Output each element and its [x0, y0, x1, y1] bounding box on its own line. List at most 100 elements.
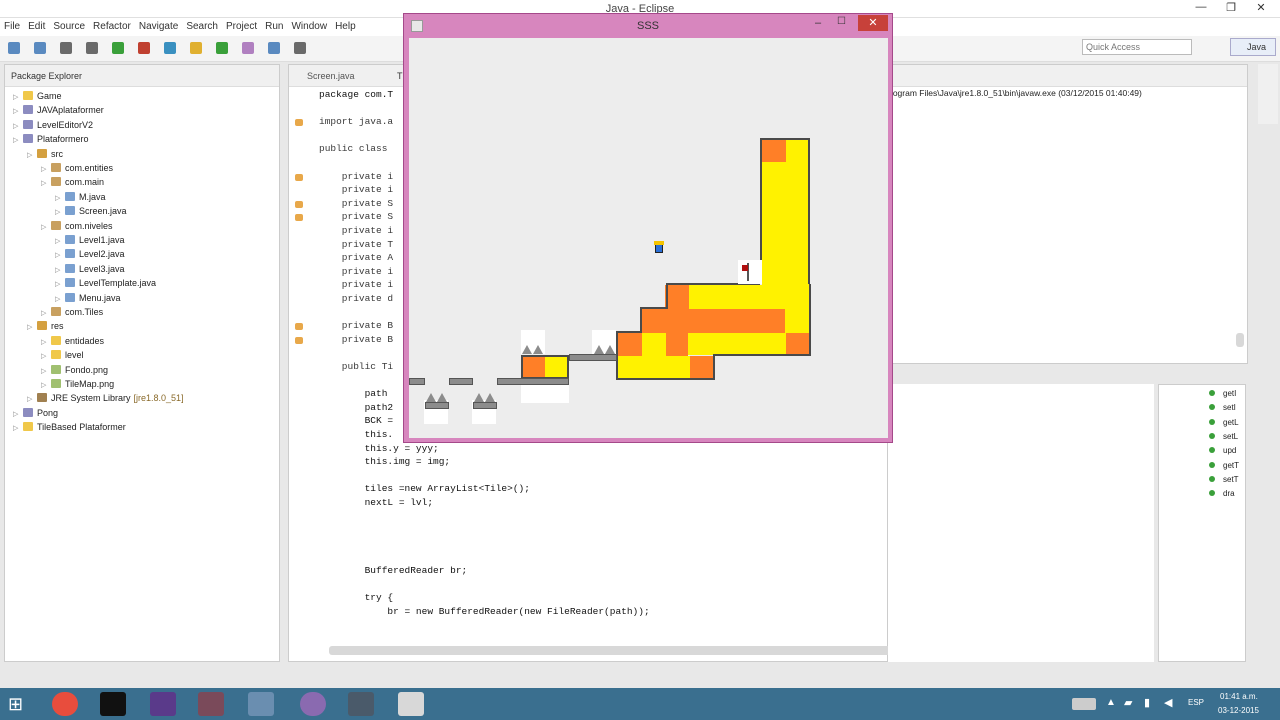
console-scrollbar[interactable]	[1236, 333, 1244, 347]
minimize-icon[interactable]: —	[1190, 1, 1212, 13]
tree-item[interactable]: ▷ JRE System Library [jre1.8.0_51]	[27, 391, 184, 405]
outline-item[interactable]: upd	[1209, 444, 1236, 458]
quick-access-input[interactable]: Quick Access	[1082, 39, 1192, 55]
toolbar-button-icon[interactable]	[86, 42, 98, 54]
toolbar-button-icon[interactable]	[190, 42, 202, 54]
menu-source[interactable]: Source	[49, 18, 89, 32]
tree-item[interactable]: ▷ Fondo.png	[41, 363, 108, 377]
menu-refactor[interactable]: Refactor	[89, 18, 135, 32]
close-icon[interactable]: ✕	[1250, 1, 1272, 14]
menu-window[interactable]: Window	[287, 18, 331, 32]
java-taskbar-icon[interactable]	[398, 692, 424, 716]
outline-item[interactable]: dra	[1209, 487, 1235, 501]
tree-item[interactable]: ▷ Plataformero	[13, 132, 89, 146]
game-minimize-icon[interactable]: –	[815, 17, 821, 29]
tray-chevron-icon[interactable]: ▲	[1106, 697, 1116, 708]
app-icon[interactable]	[150, 692, 176, 716]
warning-marker-icon[interactable]	[295, 200, 303, 208]
toolbar-button-icon[interactable]	[34, 42, 46, 54]
tree-item-label: JRE System Library	[51, 393, 131, 404]
windows-start-icon[interactable]: ⊞	[8, 694, 28, 714]
outline-item[interactable]: setT	[1209, 473, 1239, 487]
outline-item[interactable]: setI	[1209, 401, 1236, 415]
expand-chevron-icon[interactable]: ▷	[41, 177, 49, 191]
warning-marker-icon[interactable]	[295, 173, 303, 181]
tree-item[interactable]: ▷ Level1.java	[55, 233, 125, 247]
outline-item[interactable]: getL	[1209, 416, 1239, 430]
tree-item[interactable]: ▷ Screen.java	[55, 204, 127, 218]
menu-navigate[interactable]: Navigate	[135, 18, 182, 32]
outline-item[interactable]: getT	[1209, 459, 1239, 473]
clock-time[interactable]: 01:41 a.m.	[1220, 692, 1258, 701]
expand-chevron-icon[interactable]: ▷	[13, 134, 21, 148]
menu-search[interactable]: Search	[182, 18, 222, 32]
tree-item[interactable]: ▷ com.niveles	[41, 219, 113, 233]
language-indicator[interactable]: ESP	[1188, 698, 1204, 707]
warning-marker-icon[interactable]	[295, 119, 303, 127]
action-center-icon[interactable]: ▰	[1124, 696, 1132, 709]
java-perspective-button[interactable]: Java	[1230, 38, 1276, 56]
maximize-icon[interactable]: ❐	[1220, 1, 1242, 14]
game-maximize-icon[interactable]: ☐	[837, 16, 846, 27]
tree-item[interactable]: ▷ src	[27, 147, 63, 161]
tree-item[interactable]: ▷ Level2.java	[55, 247, 125, 261]
toolbar-button-icon[interactable]	[242, 42, 254, 54]
tab-screen-java[interactable]: Screen.java	[307, 71, 355, 81]
tree-item[interactable]: ▷ com.Tiles	[41, 305, 103, 319]
tree-item[interactable]: ▷ Pong	[13, 406, 58, 420]
tree-item[interactable]: ▷ LevelEditorV2	[13, 118, 93, 132]
game-close-button[interactable]: ✕	[858, 15, 888, 31]
volume-icon[interactable]: ◀	[1164, 696, 1172, 709]
game-canvas[interactable]	[409, 38, 888, 438]
expand-chevron-icon[interactable]: ▷	[27, 149, 35, 163]
tree-item[interactable]: ▷ entidades	[41, 334, 104, 348]
folder-icon	[51, 335, 61, 345]
expand-chevron-icon[interactable]: ▷	[41, 221, 49, 235]
menu-file[interactable]: File	[0, 18, 24, 32]
app-icon[interactable]	[248, 692, 274, 716]
menu-edit[interactable]: Edit	[24, 18, 49, 32]
editor-hscrollbar[interactable]	[329, 646, 979, 655]
app-icon[interactable]	[348, 692, 374, 716]
tree-item[interactable]: ▷ LevelTemplate.java	[55, 276, 156, 290]
tree-item[interactable]: ▷ res	[27, 319, 64, 333]
outline-item[interactable]: getI	[1209, 387, 1236, 401]
expand-chevron-icon[interactable]: ▷	[27, 321, 35, 335]
toolbar-button-icon[interactable]	[294, 42, 306, 54]
menu-help[interactable]: Help	[331, 18, 360, 32]
clock-date[interactable]: 03-12-2015	[1218, 706, 1259, 715]
toolbar-button-icon[interactable]	[8, 42, 20, 54]
outline-item[interactable]: setL	[1209, 430, 1238, 444]
eclipse-taskbar-icon[interactable]	[300, 692, 326, 716]
toolbar-button-icon[interactable]	[268, 42, 280, 54]
warning-marker-icon[interactable]	[295, 323, 303, 331]
chrome-icon[interactable]	[52, 692, 78, 716]
toolbar-button-icon[interactable]	[112, 42, 124, 54]
toolbar-button-icon[interactable]	[138, 42, 150, 54]
app-icon[interactable]	[198, 692, 224, 716]
tree-item[interactable]: ▷ Game	[13, 89, 62, 103]
tree-item[interactable]: ▷ level	[41, 348, 84, 362]
tab-active[interactable]: T	[397, 71, 403, 81]
warning-marker-icon[interactable]	[295, 214, 303, 222]
package-explorer-title[interactable]: Package Explorer	[11, 71, 82, 81]
network-icon[interactable]: ▮	[1144, 696, 1150, 709]
toolbar-button-icon[interactable]	[60, 42, 72, 54]
terminal-icon[interactable]	[100, 692, 126, 716]
toolbar-button-icon[interactable]	[164, 42, 176, 54]
tree-item[interactable]: ▷ com.entities	[41, 161, 113, 175]
tree-item[interactable]: ▷ Level3.java	[55, 262, 125, 276]
tree-item[interactable]: ▷ TileBased Plataformer	[13, 420, 126, 434]
code-line: this.y = yyy;	[319, 442, 439, 454]
toolbar-button-icon[interactable]	[216, 42, 228, 54]
keyboard-icon[interactable]	[1072, 698, 1096, 710]
tree-item[interactable]: ▷ com.main	[41, 175, 104, 189]
expand-chevron-icon[interactable]: ▷	[13, 422, 21, 436]
menu-project[interactable]: Project	[222, 18, 261, 32]
tree-item[interactable]: ▷ Menu.java	[55, 291, 121, 305]
warning-marker-icon[interactable]	[295, 336, 303, 344]
tree-item[interactable]: ▷ M.java	[55, 190, 106, 204]
tree-item[interactable]: ▷ TileMap.png	[41, 377, 114, 391]
tree-item[interactable]: ▷ JAVAplataformer	[13, 103, 104, 117]
menu-run[interactable]: Run	[261, 18, 287, 32]
